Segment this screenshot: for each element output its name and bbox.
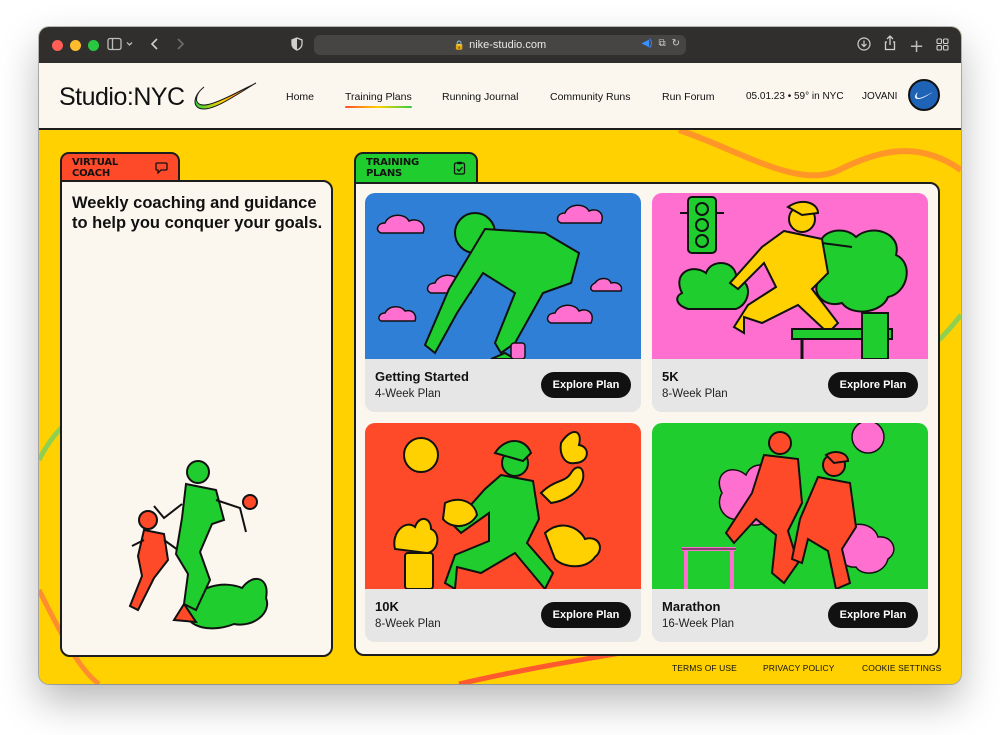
share-icon[interactable]	[884, 35, 896, 51]
10k-illustration	[365, 423, 641, 589]
swoosh-icon	[915, 92, 933, 99]
user-avatar[interactable]	[908, 79, 940, 111]
back-icon[interactable]	[149, 36, 161, 52]
training-plans-panel: Getting Started 4-Week Plan Explore Plan	[354, 182, 940, 656]
explore-plan-button[interactable]: Explore Plan	[828, 602, 918, 628]
runners-illustration	[128, 460, 269, 630]
nav-community-runs[interactable]: Community Runs	[550, 91, 631, 103]
plan-title: Getting Started	[375, 369, 469, 384]
zoom-window-button[interactable]	[88, 39, 99, 51]
getting-started-illustration	[365, 193, 641, 359]
plan-title: 10K	[375, 599, 399, 614]
explore-plan-button[interactable]: Explore Plan	[541, 372, 631, 398]
plan-card-marathon[interactable]: Marathon 16-Week Plan Explore Plan	[652, 423, 928, 642]
reload-icon[interactable]: ↻	[672, 38, 680, 49]
main-content: VIRTUAL COACH Weekly coaching and guidan…	[39, 130, 961, 684]
date-weather: 05.01.23 • 59° in NYC	[746, 91, 844, 102]
site-logo[interactable]: Studio:NYC	[59, 83, 185, 112]
footer-terms-link[interactable]: TERMS OF USE	[672, 663, 737, 673]
nav-training-plans[interactable]: Training Plans	[345, 91, 412, 108]
browser-toolbar: 🔒 nike-studio.com ◀︎) ⧉ ↻ +	[39, 27, 961, 63]
user-name[interactable]: JOVANI	[862, 91, 897, 102]
plan-card-10k[interactable]: 10K 8-Week Plan Explore Plan	[365, 423, 641, 642]
virtual-coach-label: VIRTUAL COACH	[72, 157, 119, 179]
new-tab-icon[interactable]: +	[909, 36, 924, 57]
site-header: Studio:NYC Home Training Plans Running J…	[39, 63, 961, 130]
browser-window: 🔒 nike-studio.com ◀︎) ⧉ ↻ + Studio:NYC H…	[39, 27, 961, 684]
tab-virtual-coach[interactable]: VIRTUAL COACH	[60, 152, 180, 182]
plan-title: Marathon	[662, 599, 721, 614]
plan-card-5k[interactable]: 5K 8-Week Plan Explore Plan	[652, 193, 928, 412]
window-controls	[52, 39, 99, 51]
plan-duration: 8-Week Plan	[662, 388, 728, 400]
lock-icon: 🔒	[453, 39, 466, 50]
tab-overview-icon[interactable]	[936, 38, 949, 51]
privacy-shield-icon[interactable]	[291, 37, 303, 51]
swoosh-logo-icon	[194, 82, 257, 110]
clipboard-check-icon	[453, 161, 466, 175]
plan-duration: 4-Week Plan	[375, 388, 441, 400]
explore-plan-button[interactable]: Explore Plan	[828, 372, 918, 398]
translate-icon[interactable]: ⧉	[658, 38, 665, 49]
download-icon[interactable]	[857, 37, 871, 51]
plan-card-getting-started[interactable]: Getting Started 4-Week Plan Explore Plan	[365, 193, 641, 412]
url-text: nike-studio.com	[469, 39, 547, 51]
training-plans-label: TRAINING PLANS	[366, 157, 420, 179]
footer-cookie-settings-link[interactable]: COOKIE SETTINGS	[862, 663, 941, 673]
tab-training-plans[interactable]: TRAINING PLANS	[354, 152, 478, 182]
plan-duration: 16-Week Plan	[662, 618, 735, 630]
plan-duration: 8-Week Plan	[375, 618, 441, 630]
coach-description: Weekly coaching and guidance to help you…	[72, 194, 323, 232]
nav-running-journal[interactable]: Running Journal	[442, 91, 518, 103]
minimize-window-button[interactable]	[70, 39, 81, 51]
5k-illustration	[652, 193, 928, 359]
explore-plan-button[interactable]: Explore Plan	[541, 602, 631, 628]
speaker-icon[interactable]: ◀︎)	[641, 38, 652, 49]
footer-privacy-link[interactable]: PRIVACY POLICY	[763, 663, 834, 673]
chat-bubble-icon	[155, 162, 168, 174]
close-window-button[interactable]	[52, 39, 63, 51]
virtual-coach-panel: Weekly coaching and guidance to help you…	[60, 180, 333, 657]
sidebar-toggle-icon[interactable]	[107, 37, 135, 51]
forward-icon[interactable]	[174, 36, 186, 52]
plan-title: 5K	[662, 369, 679, 384]
marathon-illustration	[652, 423, 928, 589]
address-bar[interactable]: 🔒 nike-studio.com ◀︎) ⧉ ↻	[314, 35, 686, 55]
nav-home[interactable]: Home	[286, 91, 314, 103]
nav-run-forum[interactable]: Run Forum	[662, 91, 715, 103]
